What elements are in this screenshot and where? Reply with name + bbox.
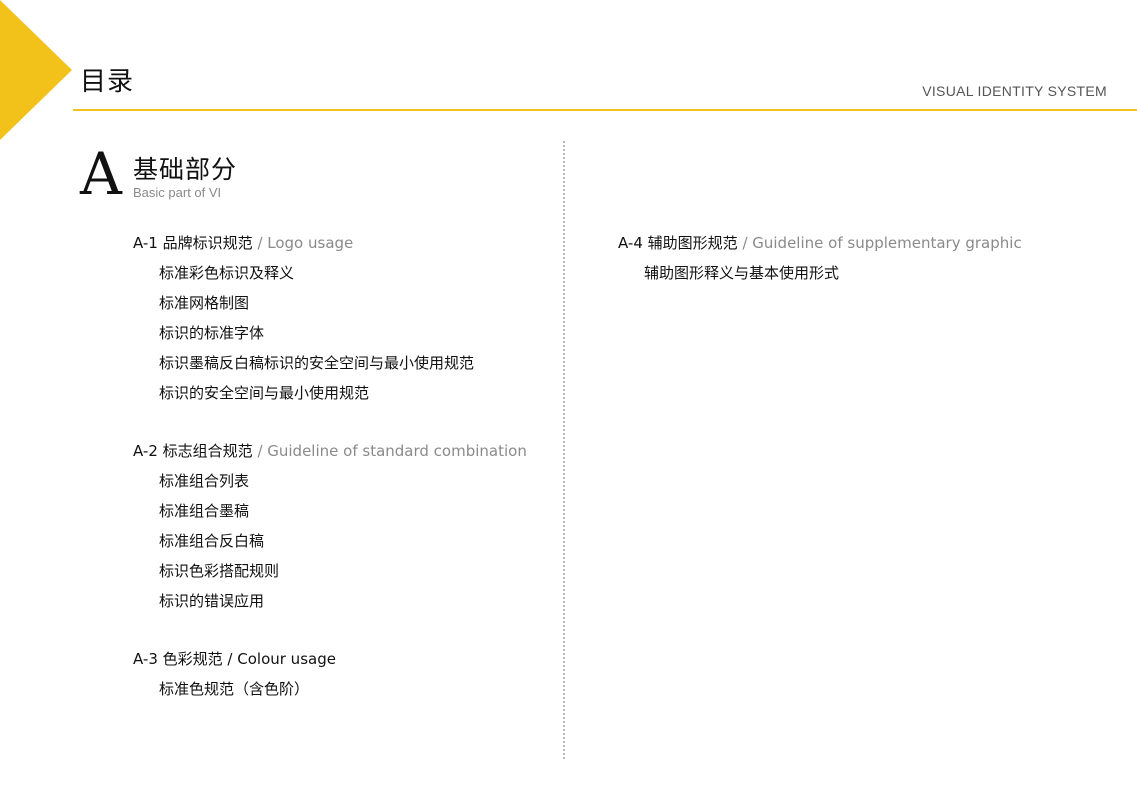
toc-heading-a1[interactable]: A-1 品牌标识规范 / Logo usage <box>133 229 474 258</box>
section-letter: A <box>80 140 122 208</box>
toc-heading-code: A-4 辅助图形规范 <box>618 234 738 252</box>
toc-item[interactable]: 标识墨稿反白稿标识的安全空间与最小使用规范 <box>159 348 474 378</box>
section-subtitle: Basic part of VI <box>133 185 222 200</box>
toc-heading-a3[interactable]: A-3 色彩规范 / Colour usage <box>133 645 336 674</box>
toc-item-list: 标准色规范（含色阶） <box>133 674 336 704</box>
system-label: VISUAL IDENTITY SYSTEM <box>922 83 1107 99</box>
toc-heading-code: A-2 标志组合规范 <box>133 442 253 460</box>
toc-item[interactable]: 标准网格制图 <box>159 288 474 318</box>
toc-heading-a4[interactable]: A-4 辅助图形规范 / Guideline of supplementary … <box>618 229 1022 258</box>
toc-item-list: 标准组合列表 标准组合墨稿 标准组合反白稿 标识色彩搭配规则 标识的错误应用 <box>133 466 527 616</box>
toc-item-list: 标准彩色标识及释义 标准网格制图 标识的标准字体 标识墨稿反白稿标识的安全空间与… <box>133 258 474 408</box>
toc-group-a3: A-3 色彩规范 / Colour usage 标准色规范（含色阶） <box>133 645 336 704</box>
toc-heading-english: / Guideline of standard combination <box>252 442 527 460</box>
toc-item[interactable]: 标准组合反白稿 <box>159 526 527 556</box>
toc-item[interactable]: 标识的错误应用 <box>159 586 527 616</box>
toc-group-a1: A-1 品牌标识规范 / Logo usage 标准彩色标识及释义 标准网格制图… <box>133 229 474 408</box>
toc-item[interactable]: 标准组合墨稿 <box>159 496 527 526</box>
toc-item[interactable]: 标识的标准字体 <box>159 318 474 348</box>
yellow-triangle-shape <box>0 0 72 140</box>
toc-group-a2: A-2 标志组合规范 / Guideline of standard combi… <box>133 437 527 616</box>
toc-item[interactable]: 标识的安全空间与最小使用规范 <box>159 378 474 408</box>
toc-item[interactable]: 标准彩色标识及释义 <box>159 258 474 288</box>
toc-group-a4: A-4 辅助图形规范 / Guideline of supplementary … <box>618 229 1022 288</box>
column-divider <box>563 141 565 759</box>
toc-item[interactable]: 标准组合列表 <box>159 466 527 496</box>
toc-item[interactable]: 标准色规范（含色阶） <box>159 674 336 704</box>
section-title: 基础部分 <box>133 155 238 184</box>
toc-item[interactable]: 辅助图形释义与基本使用形式 <box>644 258 1022 288</box>
toc-heading-english: / Colour usage <box>222 650 336 668</box>
header-divider-line <box>73 109 1137 111</box>
page-title: 目录 <box>80 67 135 97</box>
toc-heading-english: / Logo usage <box>252 234 354 252</box>
toc-heading-a2[interactable]: A-2 标志组合规范 / Guideline of standard combi… <box>133 437 527 466</box>
toc-item[interactable]: 标识色彩搭配规则 <box>159 556 527 586</box>
toc-heading-code: A-1 品牌标识规范 <box>133 234 253 252</box>
toc-item-list: 辅助图形释义与基本使用形式 <box>618 258 1022 288</box>
toc-heading-code: A-3 色彩规范 <box>133 650 223 668</box>
toc-heading-english: / Guideline of supplementary graphic <box>737 234 1022 252</box>
